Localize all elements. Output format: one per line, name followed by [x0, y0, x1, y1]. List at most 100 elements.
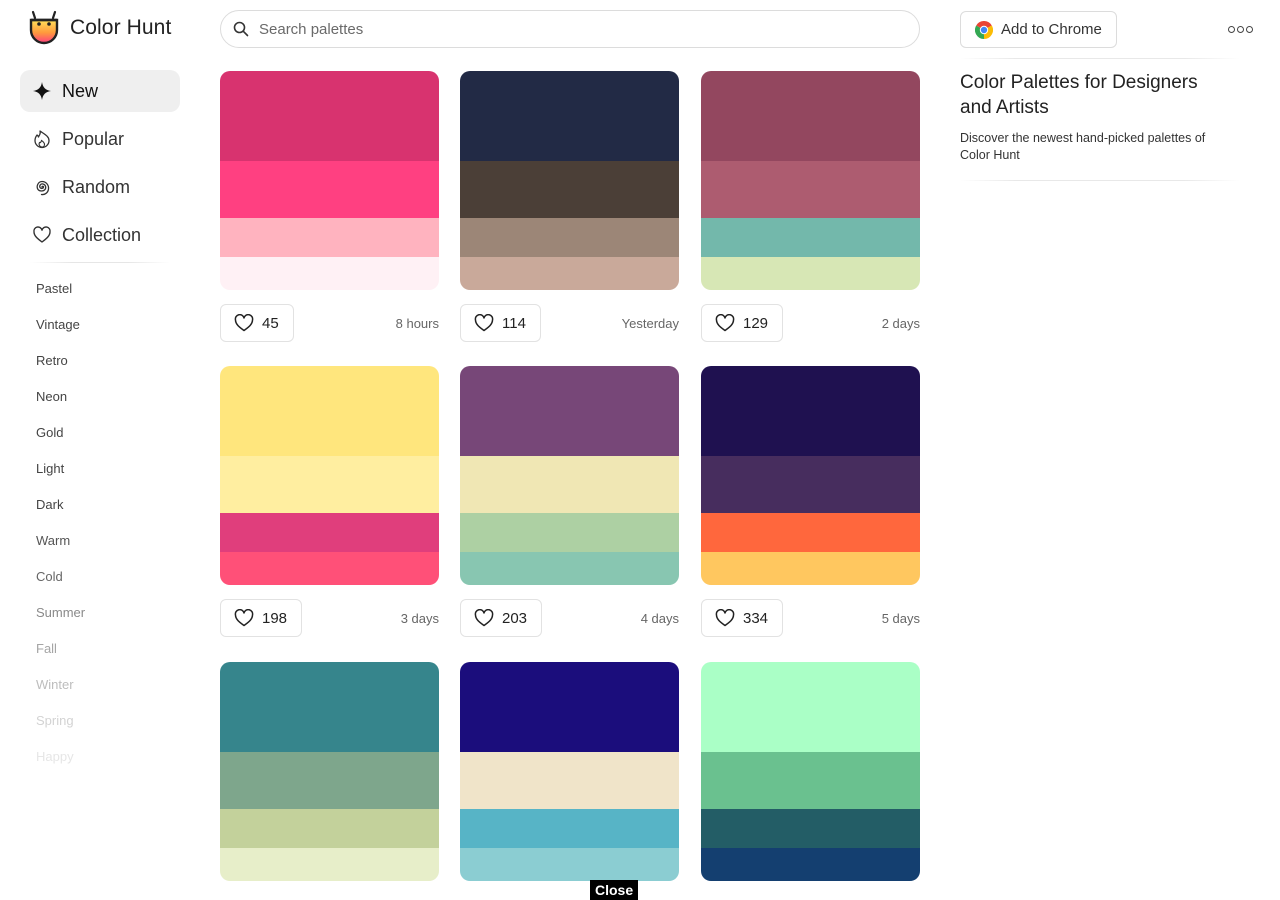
sidebar-tag-light[interactable]: Light — [36, 461, 85, 497]
palette-swatches[interactable] — [460, 662, 679, 881]
close-button[interactable]: Close — [590, 880, 639, 900]
like-button[interactable]: 129 — [701, 304, 784, 342]
sidebar-item-label: Popular — [62, 128, 125, 149]
palette-card: 203 4 days — [460, 366, 679, 637]
search-input[interactable] — [259, 20, 859, 38]
color-swatch[interactable] — [220, 552, 439, 585]
color-swatch[interactable] — [460, 456, 679, 513]
color-swatch[interactable] — [460, 218, 679, 257]
color-swatch[interactable] — [701, 161, 920, 218]
sidebar-item-label: Random — [62, 176, 131, 197]
color-swatch[interactable] — [701, 71, 920, 161]
palette-age: Yesterday — [621, 316, 679, 331]
sidebar-item-random[interactable]: Random — [20, 166, 180, 208]
like-count: 334 — [743, 609, 769, 627]
color-swatch[interactable] — [220, 513, 439, 552]
palette-meta: 334 5 days — [701, 599, 920, 637]
sidebar-tag-winter[interactable]: Winter — [36, 677, 85, 713]
color-swatch[interactable] — [460, 257, 679, 290]
palette-card — [460, 662, 679, 881]
tag-list: Pastel Vintage Retro Neon Gold Light Dark Warm C… — [36, 281, 85, 785]
color-swatch[interactable] — [460, 752, 679, 809]
color-swatch[interactable] — [220, 366, 439, 456]
brand-logo[interactable]: Color Hunt — [28, 10, 171, 46]
like-count: 198 — [262, 609, 288, 627]
like-button[interactable]: 334 — [701, 599, 784, 637]
like-button[interactable]: 198 — [220, 599, 303, 637]
color-swatch[interactable] — [220, 752, 439, 809]
sidebar-item-new[interactable]: New — [20, 70, 180, 112]
color-swatch[interactable] — [220, 257, 439, 290]
sidebar-tag-vintage[interactable]: Vintage — [36, 317, 85, 353]
palette-swatches[interactable] — [701, 71, 920, 290]
sidebar-item-popular[interactable]: Popular — [20, 118, 180, 160]
panel-title: Color Palettes for Designers and Artists — [960, 72, 1198, 118]
color-swatch[interactable] — [220, 848, 439, 881]
color-swatch[interactable] — [220, 456, 439, 513]
sidebar-item-collection[interactable]: Collection — [20, 214, 180, 256]
palette-swatches[interactable] — [220, 662, 439, 881]
color-swatch[interactable] — [701, 218, 920, 257]
sidebar-tag-dark[interactable]: Dark — [36, 497, 85, 533]
brand-name: Color Hunt — [70, 16, 172, 39]
color-swatch[interactable] — [460, 71, 679, 161]
palette-age: 3 days — [400, 611, 439, 626]
more-menu-button[interactable] — [1228, 20, 1254, 38]
panel-divider — [960, 180, 1240, 181]
color-swatch[interactable] — [701, 848, 920, 881]
search-bar[interactable] — [220, 10, 920, 48]
color-swatch[interactable] — [220, 71, 439, 161]
palette-swatches[interactable] — [460, 71, 679, 290]
color-swatch[interactable] — [701, 366, 920, 456]
palette-card — [701, 662, 920, 881]
heart-icon — [715, 609, 735, 627]
sidebar-tag-summer[interactable]: Summer — [36, 605, 85, 641]
sidebar-tag-gold[interactable]: Gold — [36, 425, 85, 461]
sidebar-tag-retro[interactable]: Retro — [36, 353, 85, 389]
palette-meta: 45 8 hours — [220, 304, 439, 342]
color-swatch[interactable] — [460, 161, 679, 218]
panel-description: Discover the newest hand-picked palettes… — [960, 131, 1206, 162]
palette-swatches[interactable] — [701, 366, 920, 585]
more-dot-icon — [1237, 25, 1244, 33]
like-button[interactable]: 45 — [220, 304, 294, 342]
palette-swatches[interactable] — [460, 366, 679, 585]
like-button[interactable]: 114 — [460, 304, 541, 342]
color-swatch[interactable] — [460, 552, 679, 585]
color-swatch[interactable] — [701, 552, 920, 585]
color-swatch[interactable] — [701, 662, 920, 752]
color-swatch[interactable] — [701, 752, 920, 809]
sidebar-tag-pastel[interactable]: Pastel — [36, 281, 85, 317]
sidebar-tag-cold[interactable]: Cold — [36, 569, 85, 605]
color-swatch[interactable] — [701, 456, 920, 513]
palette-swatches[interactable] — [220, 366, 439, 585]
heart-icon — [234, 609, 254, 627]
heart-icon — [715, 314, 735, 332]
color-swatch[interactable] — [220, 218, 439, 257]
like-count: 129 — [743, 314, 769, 332]
sidebar-tag-spring[interactable]: Spring — [36, 713, 85, 749]
color-swatch[interactable] — [220, 809, 439, 848]
color-swatch[interactable] — [460, 513, 679, 552]
color-swatch[interactable] — [701, 809, 920, 848]
color-swatch[interactable] — [460, 809, 679, 848]
sidebar-tag-fall[interactable]: Fall — [36, 641, 85, 677]
add-to-chrome-button[interactable]: Add to Chrome — [960, 11, 1117, 48]
color-swatch[interactable] — [460, 848, 679, 881]
sidebar-tag-happy[interactable]: Happy — [36, 749, 85, 785]
palette-card: 114 Yesterday — [460, 71, 679, 342]
color-swatch[interactable] — [460, 366, 679, 456]
palette-swatches[interactable] — [701, 662, 920, 881]
sidebar-item-label: New — [62, 80, 99, 101]
color-swatch[interactable] — [220, 662, 439, 752]
color-swatch[interactable] — [460, 662, 679, 752]
like-button[interactable]: 203 — [460, 599, 543, 637]
sidebar-tag-neon[interactable]: Neon — [36, 389, 85, 425]
color-swatch[interactable] — [701, 257, 920, 290]
color-swatch[interactable] — [220, 161, 439, 218]
palette-swatches[interactable] — [220, 71, 439, 290]
sidebar-tag-warm[interactable]: Warm — [36, 533, 85, 569]
sidebar-nav: New Popular Random Collection — [20, 70, 180, 262]
color-swatch[interactable] — [701, 513, 920, 552]
add-to-chrome-label: Add to Chrome — [1001, 21, 1102, 38]
